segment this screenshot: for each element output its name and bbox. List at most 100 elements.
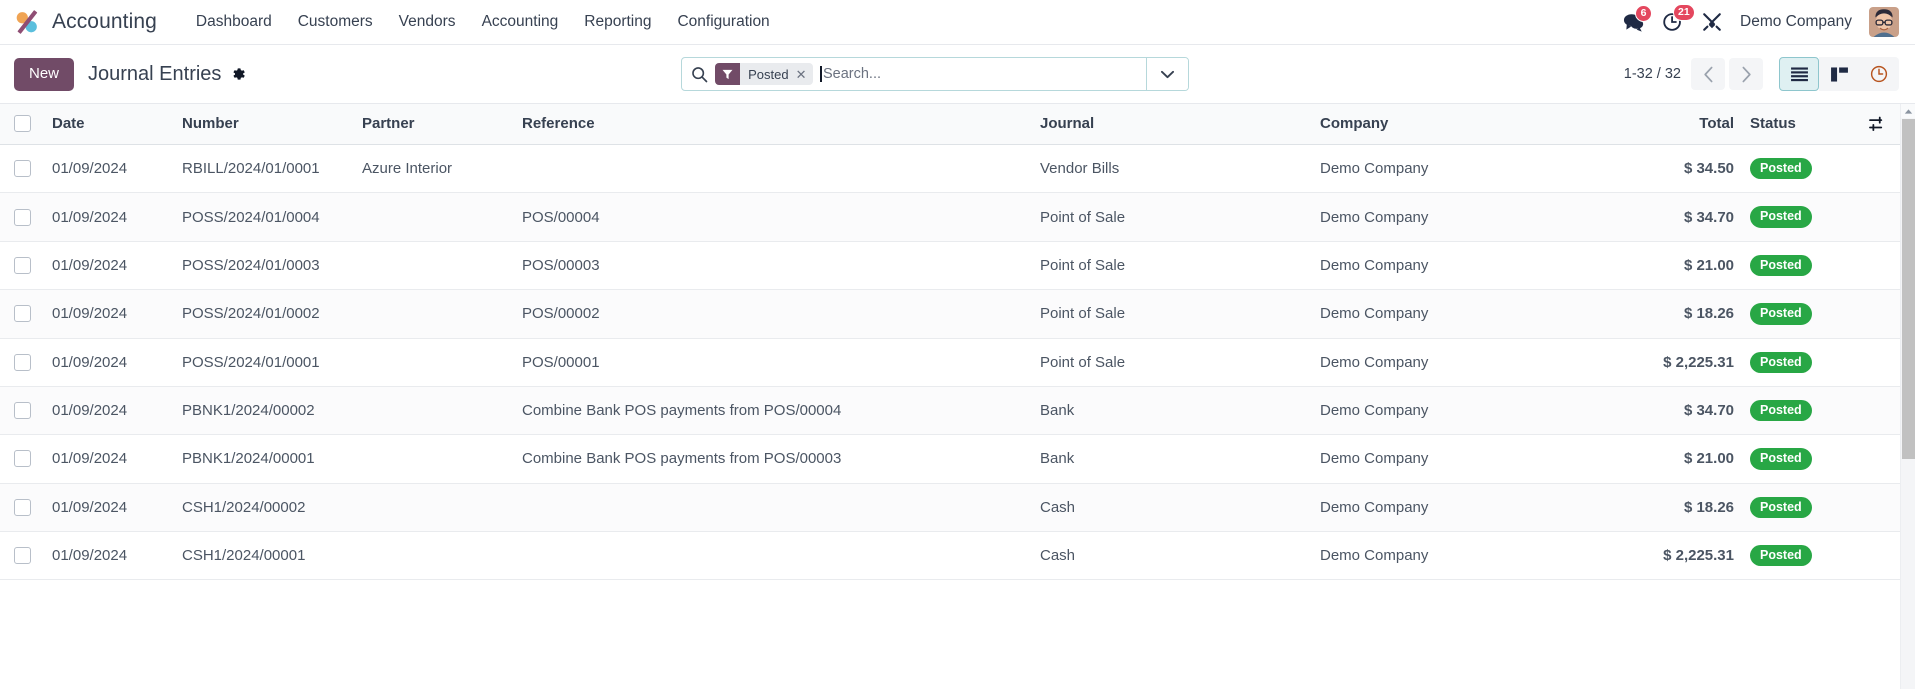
- row-trailing-cell: [1852, 434, 1900, 484]
- cell-company: Demo Company: [1312, 483, 1562, 533]
- activities-badge: 21: [1673, 4, 1695, 21]
- status-badge: Posted: [1750, 158, 1812, 180]
- row-checkbox[interactable]: [14, 208, 31, 226]
- cell-company: Demo Company: [1312, 434, 1562, 484]
- caret-down-icon: [1161, 70, 1175, 78]
- row-select-cell: [0, 531, 44, 581]
- column-header-status[interactable]: Status: [1742, 104, 1852, 146]
- row-checkbox[interactable]: [14, 498, 31, 516]
- view-switch-activity[interactable]: [1859, 57, 1899, 91]
- column-header-number[interactable]: Number: [174, 104, 354, 146]
- cell-total: $ 34.50: [1562, 144, 1742, 194]
- menu-item-reporting[interactable]: Reporting: [571, 7, 664, 37]
- table-row[interactable]: 01/09/2024 POSS/2024/01/0003 POS/00003 Poin…: [0, 241, 1900, 291]
- cell-date: 01/09/2024: [44, 192, 174, 242]
- company-switcher[interactable]: Demo Company: [1740, 13, 1852, 31]
- row-checkbox[interactable]: [14, 450, 31, 468]
- cell-number: POSS/2024/01/0002: [174, 289, 354, 339]
- messages-menu[interactable]: 6: [1622, 4, 1652, 33]
- activities-menu[interactable]: 21: [1662, 4, 1695, 33]
- cell-partner: [354, 386, 514, 436]
- table-row[interactable]: 01/09/2024 POSS/2024/01/0001 POS/00001 Poin…: [0, 338, 1900, 387]
- table-row[interactable]: 01/09/2024 POSS/2024/01/0004 POS/00004 Poin…: [0, 192, 1900, 242]
- row-select-cell: [0, 386, 44, 436]
- row-checkbox[interactable]: [14, 160, 31, 178]
- filter-funnel-icon: [715, 63, 741, 85]
- pager-value[interactable]: 1-32 / 32: [1624, 66, 1681, 82]
- cell-status: Posted: [1742, 386, 1852, 436]
- view-switcher: [1779, 57, 1899, 91]
- search-field-wrap[interactable]: [820, 66, 1141, 82]
- cell-date: 01/09/2024: [44, 386, 174, 436]
- gear-icon[interactable]: [230, 66, 246, 82]
- search-input[interactable]: [822, 66, 1141, 82]
- vertical-scrollbar[interactable]: [1900, 104, 1915, 689]
- menu-item-vendors[interactable]: Vendors: [386, 7, 469, 37]
- control-panel-left: New Journal Entries: [14, 57, 246, 91]
- column-header-company[interactable]: Company: [1312, 104, 1562, 146]
- column-header-total[interactable]: Total: [1562, 104, 1742, 146]
- column-header-journal[interactable]: Journal: [1032, 104, 1312, 146]
- cell-journal: Vendor Bills: [1032, 144, 1312, 194]
- cell-number: CSH1/2024/00001: [174, 531, 354, 581]
- table-row[interactable]: 01/09/2024 CSH1/2024/00001 Cash Demo Compan…: [0, 531, 1900, 581]
- sliders-icon[interactable]: [1869, 116, 1886, 132]
- brand-block[interactable]: Accounting: [12, 7, 157, 37]
- row-checkbox[interactable]: [14, 256, 31, 274]
- cell-date: 01/09/2024: [44, 531, 174, 581]
- search-facet-posted[interactable]: Posted ✕: [715, 63, 814, 85]
- cell-company: Demo Company: [1312, 241, 1562, 291]
- pager-next-button[interactable]: [1729, 58, 1763, 90]
- row-trailing-cell: [1852, 144, 1900, 194]
- cell-status: Posted: [1742, 483, 1852, 533]
- menu-item-dashboard[interactable]: Dashboard: [183, 7, 285, 37]
- cell-total: $ 21.00: [1562, 241, 1742, 291]
- scroll-up-arrow[interactable]: [1901, 104, 1915, 118]
- cell-reference: POS/00002: [514, 289, 1032, 339]
- table-row[interactable]: 01/09/2024 CSH1/2024/00002 Cash Demo Compan…: [0, 483, 1900, 533]
- row-checkbox[interactable]: [14, 402, 31, 420]
- cell-partner: [354, 241, 514, 291]
- cell-number: RBILL/2024/01/0001: [174, 144, 354, 194]
- cell-status: Posted: [1742, 289, 1852, 339]
- activity-clock-view-icon: [1870, 65, 1888, 83]
- debug-menu[interactable]: [1701, 11, 1723, 33]
- status-badge: Posted: [1750, 448, 1812, 470]
- scrollbar-thumb[interactable]: [1902, 119, 1915, 459]
- cell-date: 01/09/2024: [44, 434, 174, 484]
- row-select-cell: [0, 289, 44, 339]
- new-button[interactable]: New: [14, 57, 75, 91]
- cell-number: CSH1/2024/00002: [174, 483, 354, 533]
- table-row[interactable]: 01/09/2024 PBNK1/2024/00002 Combine Bank P…: [0, 386, 1900, 436]
- menu-item-configuration[interactable]: Configuration: [664, 7, 782, 37]
- table-row[interactable]: 01/09/2024 PBNK1/2024/00001 Combine Bank P…: [0, 434, 1900, 484]
- row-checkbox[interactable]: [14, 305, 31, 323]
- row-checkbox[interactable]: [14, 547, 31, 565]
- cell-number: POSS/2024/01/0001: [174, 338, 354, 387]
- cell-reference: Combine Bank POS payments from POS/00003: [514, 434, 1032, 484]
- cell-total: $ 21.00: [1562, 434, 1742, 484]
- close-icon[interactable]: ✕: [796, 68, 807, 81]
- cell-journal: Point of Sale: [1032, 241, 1312, 291]
- user-avatar-icon[interactable]: [1869, 7, 1899, 37]
- view-switch-list[interactable]: [1779, 57, 1819, 91]
- table-row[interactable]: 01/09/2024 RBILL/2024/01/0001 Azure Interi…: [0, 144, 1900, 194]
- menu-item-accounting[interactable]: Accounting: [469, 7, 572, 37]
- cell-partner: [354, 483, 514, 533]
- cell-status: Posted: [1742, 192, 1852, 242]
- column-header-date[interactable]: Date: [44, 104, 174, 146]
- row-trailing-cell: [1852, 531, 1900, 581]
- view-switch-kanban[interactable]: [1819, 57, 1859, 91]
- status-badge: Posted: [1750, 399, 1812, 422]
- menu-item-customers[interactable]: Customers: [285, 7, 386, 37]
- search-dropdown-toggle[interactable]: [1146, 58, 1189, 90]
- column-header-reference[interactable]: Reference: [514, 104, 1032, 146]
- pager-previous-button[interactable]: [1691, 58, 1725, 90]
- row-trailing-cell: [1852, 289, 1900, 339]
- table-row[interactable]: 01/09/2024 POSS/2024/01/0002 POS/00002 Poin…: [0, 289, 1900, 339]
- cell-journal: Point of Sale: [1032, 192, 1312, 242]
- row-checkbox[interactable]: [14, 353, 31, 371]
- search-input-area[interactable]: Posted ✕: [682, 58, 1146, 90]
- select-all-checkbox[interactable]: [14, 115, 31, 133]
- column-header-partner[interactable]: Partner: [354, 104, 514, 146]
